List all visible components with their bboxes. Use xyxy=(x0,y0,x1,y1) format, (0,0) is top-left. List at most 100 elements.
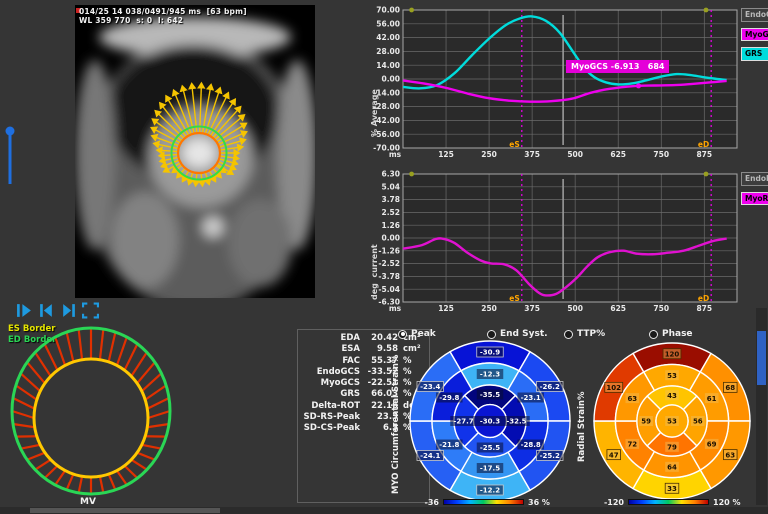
cbar2-min: -120 xyxy=(596,498,624,507)
svg-text:-5.04: -5.04 xyxy=(378,285,400,294)
frame-select-icon[interactable] xyxy=(82,302,99,320)
svg-text:-17.5: -17.5 xyxy=(480,465,500,473)
svg-text:875: 875 xyxy=(696,304,712,313)
svg-text:625: 625 xyxy=(610,304,626,313)
svg-text:63: 63 xyxy=(627,395,637,403)
horizontal-scrollbar-thumb[interactable] xyxy=(30,508,220,513)
rotation-curve-plot[interactable]: 6.305.043.782.521.260.00-1.26-2.52-3.78-… xyxy=(368,165,740,320)
svg-text:125: 125 xyxy=(438,150,454,159)
legend-item-myorot[interactable]: MyoRot xyxy=(741,192,768,206)
svg-text:102: 102 xyxy=(606,384,621,392)
svg-text:64: 64 xyxy=(667,464,677,472)
svg-text:5.04: 5.04 xyxy=(381,182,400,191)
svg-text:-30.9: -30.9 xyxy=(480,349,500,357)
mv-label: MV xyxy=(70,497,106,507)
image-info-line2: WL 359 770 s: 0 I: 642 xyxy=(79,16,183,25)
svg-text:750: 750 xyxy=(653,150,669,159)
playback-controls xyxy=(16,302,106,320)
svg-text:750: 750 xyxy=(653,304,669,313)
svg-text:68: 68 xyxy=(725,384,735,392)
svg-text:eS: eS xyxy=(509,140,520,149)
radial-strain-bullseye[interactable]: 120686333471025361696472634356795953 xyxy=(591,336,757,506)
slider-handle[interactable] xyxy=(6,127,15,136)
meas-label: FAC xyxy=(298,356,360,367)
svg-text:250: 250 xyxy=(481,304,497,313)
svg-text:-12.3: -12.3 xyxy=(480,371,500,379)
svg-text:-35.5: -35.5 xyxy=(480,391,500,399)
svg-text:33: 33 xyxy=(667,485,677,493)
cbar1-max: 36 % xyxy=(528,498,550,507)
svg-text:28.00: 28.00 xyxy=(376,47,400,56)
next-frame-icon[interactable] xyxy=(60,302,77,320)
svg-text:-21.8: -21.8 xyxy=(439,441,459,449)
prev-frame-icon[interactable] xyxy=(38,302,55,320)
image-info-line1: 014/25 14 038/0491/945 ms [63 bpm] xyxy=(79,7,247,16)
legend-item-endogcs[interactable]: EndoGCS xyxy=(741,8,768,22)
svg-text:-25.2: -25.2 xyxy=(540,452,560,460)
meas-label: Delta-ROT xyxy=(298,401,360,412)
cbar2-max: 120 % xyxy=(713,498,741,507)
cbar1-min: -36 xyxy=(413,498,439,507)
svg-text:-32.5: -32.5 xyxy=(506,418,526,426)
svg-text:72: 72 xyxy=(627,441,637,449)
svg-text:-12.2: -12.2 xyxy=(480,487,500,495)
svg-text:125: 125 xyxy=(438,304,454,313)
svg-text:-3.78: -3.78 xyxy=(378,272,400,281)
svg-text:1.26: 1.26 xyxy=(381,221,400,230)
svg-text:-29.8: -29.8 xyxy=(439,394,459,402)
svg-text:eS: eS xyxy=(509,294,520,303)
meas-label: EndoGCS xyxy=(298,367,360,378)
curve-tooltip: MyoGCS -6.913 684 xyxy=(566,60,669,73)
svg-text:500: 500 xyxy=(567,304,583,313)
svg-text:79: 79 xyxy=(667,444,677,452)
legend-item-myogcs[interactable]: MyoGCS xyxy=(741,28,768,42)
svg-text:500: 500 xyxy=(567,150,583,159)
svg-text:56.00: 56.00 xyxy=(376,19,400,28)
cine-position-slider[interactable] xyxy=(0,118,22,198)
vertical-scrollbar[interactable] xyxy=(756,308,767,505)
svg-text:42.00: 42.00 xyxy=(376,33,400,42)
chart2-y-axis-label: deg current xyxy=(370,210,379,300)
cbar1-gradient xyxy=(443,499,524,505)
meas-label: SD-RS-Peak xyxy=(298,412,360,423)
legend-item-grs[interactable]: GRS xyxy=(741,47,768,61)
meas-value: 20.42 xyxy=(360,333,398,344)
svg-text:6.30: 6.30 xyxy=(381,170,400,179)
strain-curve-chart: 70.0056.0042.0028.0014.000.00-14.00-28.0… xyxy=(368,0,768,165)
circumferential-strain-bullseye[interactable]: -30.9 -26.2 -25.2 -12.2 -24.1 -23.4 -12.3 -23.1… xyxy=(405,336,575,506)
mri-image xyxy=(75,5,315,298)
svg-text:eD: eD xyxy=(698,294,709,303)
svg-text:-25.5: -25.5 xyxy=(480,444,500,452)
svg-text:ms: ms xyxy=(389,150,402,159)
svg-text:-30.3: -30.3 xyxy=(480,418,500,426)
svg-text:0.00: 0.00 xyxy=(381,75,400,84)
meas-label: ESA xyxy=(298,344,360,355)
svg-text:56: 56 xyxy=(693,418,703,426)
svg-text:ms: ms xyxy=(389,304,402,313)
svg-text:-23.1: -23.1 xyxy=(521,394,541,402)
vertical-scrollbar-thumb[interactable] xyxy=(757,331,766,385)
svg-text:-26.2: -26.2 xyxy=(540,383,560,391)
svg-text:120: 120 xyxy=(665,350,680,358)
svg-text:70.00: 70.00 xyxy=(376,6,400,15)
svg-text:69: 69 xyxy=(707,441,717,449)
play-icon[interactable] xyxy=(16,302,33,320)
svg-text:0.00: 0.00 xyxy=(381,234,400,243)
rotation-curve-chart: 6.305.043.782.521.260.00-1.26-2.52-3.78-… xyxy=(368,165,768,320)
horizontal-scrollbar[interactable] xyxy=(0,507,768,514)
svg-text:53: 53 xyxy=(667,418,677,426)
legend-item-endorot[interactable]: EndoRot xyxy=(741,172,768,186)
svg-text:59: 59 xyxy=(641,418,651,426)
svg-text:-23.4: -23.4 xyxy=(420,383,440,391)
mri-viewport[interactable]: 014/25 14 038/0491/945 ms [63 bpm] WL 35… xyxy=(75,5,315,298)
svg-text:14.00: 14.00 xyxy=(376,61,400,70)
svg-text:875: 875 xyxy=(696,150,712,159)
svg-text:61: 61 xyxy=(707,395,717,403)
strain-analysis-app: 014/25 14 038/0491/945 ms [63 bpm] WL 35… xyxy=(0,0,768,514)
svg-text:eD: eD xyxy=(698,140,709,149)
meas-label: EDA xyxy=(298,333,360,344)
svg-text:-24.1: -24.1 xyxy=(420,452,440,460)
strain-curve-plot[interactable]: 70.0056.0042.0028.0014.000.00-14.00-28.0… xyxy=(368,0,740,165)
svg-text:-2.52: -2.52 xyxy=(378,259,400,268)
svg-text:53: 53 xyxy=(667,372,677,380)
